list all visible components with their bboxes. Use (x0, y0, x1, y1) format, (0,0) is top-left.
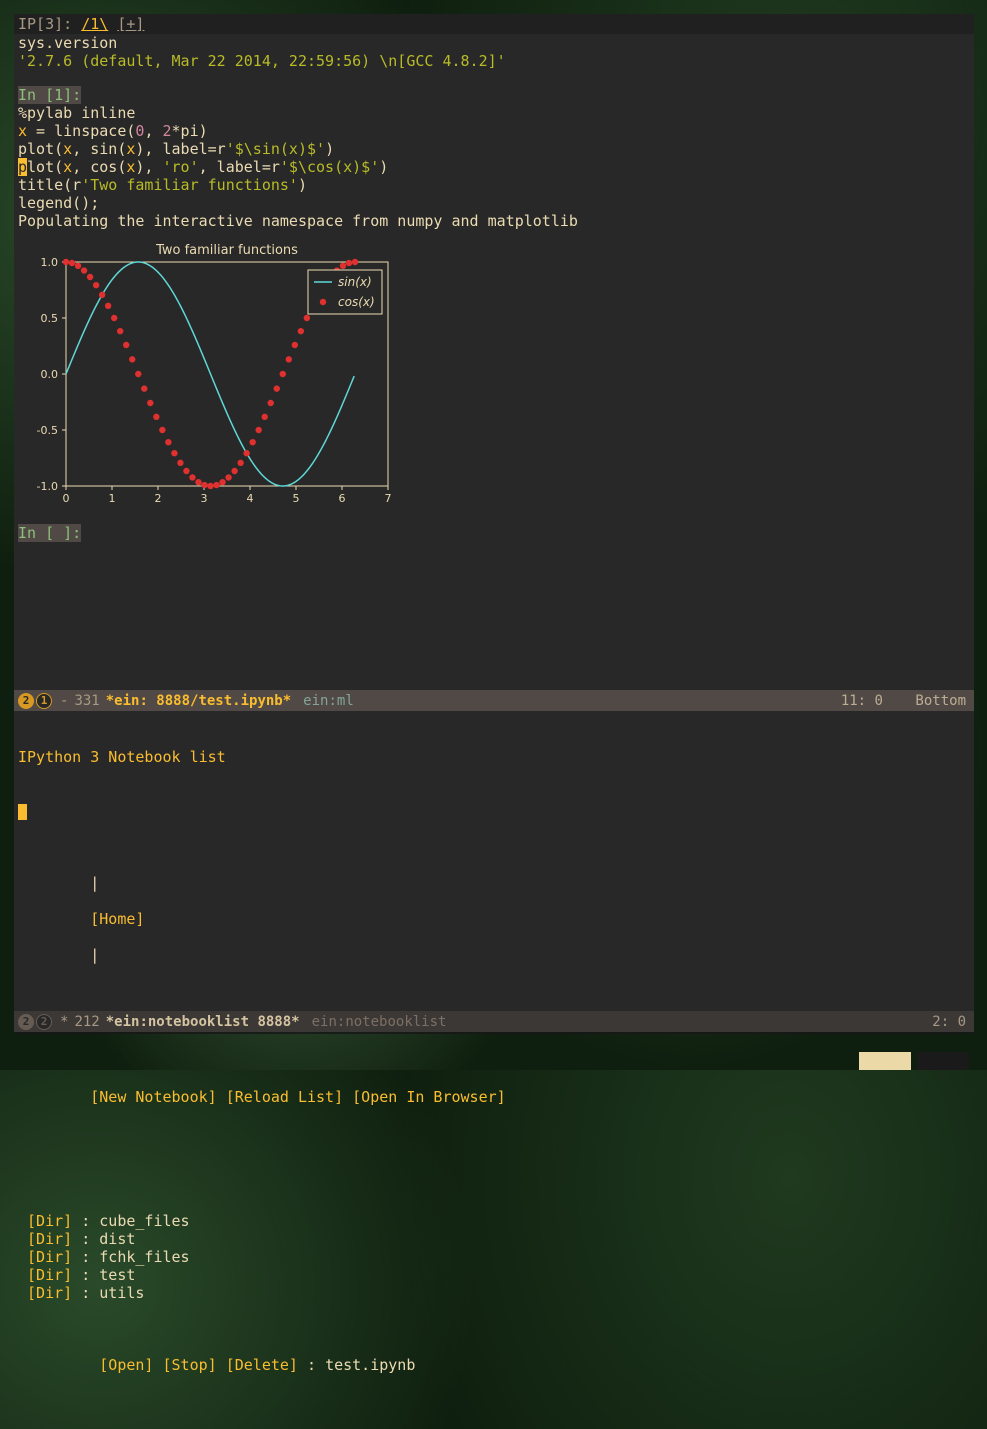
svg-text:0.5: 0.5 (41, 312, 59, 325)
svg-text:5: 5 (293, 492, 300, 505)
cursor-pos: 11: 0 (841, 693, 883, 709)
svg-text:1.0: 1.0 (41, 256, 59, 269)
plot-output: Two familiar functions -1.0 -0.5 0.0 0.5 1.0 0… (14, 238, 974, 516)
cursor-pos: 2: 0 (932, 1014, 966, 1030)
scroll-pos: Bottom (915, 693, 966, 709)
svg-text:Two familiar functions: Two familiar functions (155, 243, 298, 258)
svg-text:6: 6 (339, 492, 346, 505)
reload-list-button[interactable]: [Reload List] (226, 1088, 343, 1106)
svg-text:2: 2 (155, 492, 162, 505)
chart: Two familiar functions -1.0 -0.5 0.0 0.5 1.0 0… (18, 240, 398, 510)
winidx-badge: 2 (36, 1014, 52, 1030)
cell1-l5[interactable]: title(r'Two familiar functions') (14, 176, 974, 194)
major-mode: ein:notebooklist (312, 1014, 447, 1030)
svg-text:-1.0: -1.0 (37, 480, 58, 493)
cell1-l4[interactable]: plot(x, cos(x), 'ro', label=r'$\cos(x)$'… (14, 158, 974, 176)
tab-prefix: IP[3]: (18, 15, 72, 33)
home-link[interactable]: [Home] (90, 910, 144, 928)
tab-active[interactable]: /1\ (81, 15, 108, 33)
svg-text:sin(x): sin(x) (338, 275, 372, 289)
cell1-l2[interactable]: x = linspace(0, 2*pi) (14, 122, 974, 140)
taskbar-tile[interactable] (859, 1052, 911, 1070)
buffer-name[interactable]: *ein:notebooklist 8888* (106, 1014, 300, 1030)
ml-num: 212 (74, 1014, 99, 1030)
list-item[interactable]: [Dir] : fchk_files (18, 1248, 970, 1266)
cell1-l6[interactable]: legend(); (14, 194, 974, 212)
modeline-bottom: 2 2 * 212 *ein:notebooklist 8888* ein:no… (14, 1011, 974, 1032)
nb-stop-button[interactable]: [Stop] (163, 1356, 217, 1374)
cell1-out: Populating the interactive namespace fro… (14, 212, 974, 230)
tab-add[interactable]: [+] (117, 15, 144, 33)
cursor: p (18, 158, 27, 176)
list-item[interactable]: [Dir] : dist (18, 1230, 970, 1248)
buffer-name[interactable]: *ein: 8888/test.ipynb* (106, 693, 291, 709)
cell2-prompt[interactable]: In [ ]: (14, 524, 974, 542)
ml-num: 331 (74, 693, 99, 709)
svg-text:-0.5: -0.5 (37, 424, 58, 437)
winnum-badge: 2 (18, 693, 34, 709)
svg-text:cos(x): cos(x) (338, 295, 375, 309)
nb-delete-button[interactable]: [Delete] (226, 1356, 298, 1374)
notebooklist-pane[interactable]: IPython 3 Notebook list | [Home] | [New … (14, 711, 974, 1011)
cursor (18, 804, 27, 820)
svg-text:4: 4 (247, 492, 254, 505)
svg-text:0: 0 (63, 492, 70, 505)
bar: | (90, 946, 99, 964)
emacs-window: IP[3]: /1\ [+] sys.version '2.7.6 (defau… (14, 14, 974, 1034)
list-item[interactable]: [Dir] : cube_files (18, 1212, 970, 1230)
winnum-badge: 2 (18, 1014, 34, 1030)
sep: : (298, 1356, 325, 1374)
open-in-browser-button[interactable]: [Open In Browser] (352, 1088, 506, 1106)
major-mode: ein:ml (303, 693, 354, 709)
nb-name[interactable]: test.ipynb (325, 1356, 415, 1374)
list-item[interactable]: [Dir] : test (18, 1266, 970, 1284)
nblist-items: [Dir] : cube_files [Dir] : dist [Dir] : … (18, 1212, 970, 1302)
cell1-prompt: In [1]: (14, 86, 974, 104)
svg-text:0.0: 0.0 (41, 368, 59, 381)
cell1-l1[interactable]: %pylab inline (14, 104, 974, 122)
ml-dash: - (60, 693, 68, 709)
taskbar-tile[interactable] (917, 1052, 969, 1070)
svg-text:1: 1 (109, 492, 116, 505)
nblist-title: IPython 3 Notebook list (18, 748, 226, 766)
modeline-top: 2 1 - 331 *ein: 8888/test.ipynb* ein:ml … (14, 690, 974, 711)
tab-bar: IP[3]: /1\ [+] (14, 14, 974, 34)
cell0-line2[interactable]: '2.7.6 (default, Mar 22 2014, 22:59:56) … (14, 52, 974, 70)
list-item[interactable]: [Dir] : utils (18, 1284, 970, 1302)
cell1-l3[interactable]: plot(x, sin(x), label=r'$\sin(x)$') (14, 140, 974, 158)
cell0-line1[interactable]: sys.version (14, 34, 974, 52)
svg-text:7: 7 (385, 492, 392, 505)
new-notebook-button[interactable]: [New Notebook] (90, 1088, 216, 1106)
ml-star: * (60, 1014, 68, 1030)
winidx-badge: 1 (36, 693, 52, 709)
bar: | (90, 874, 99, 892)
notebook-pane[interactable]: IP[3]: /1\ [+] sys.version '2.7.6 (defau… (14, 14, 974, 690)
taskbar-stub (859, 1052, 969, 1070)
nb-open-button[interactable]: [Open] (99, 1356, 153, 1374)
svg-text:3: 3 (201, 492, 208, 505)
